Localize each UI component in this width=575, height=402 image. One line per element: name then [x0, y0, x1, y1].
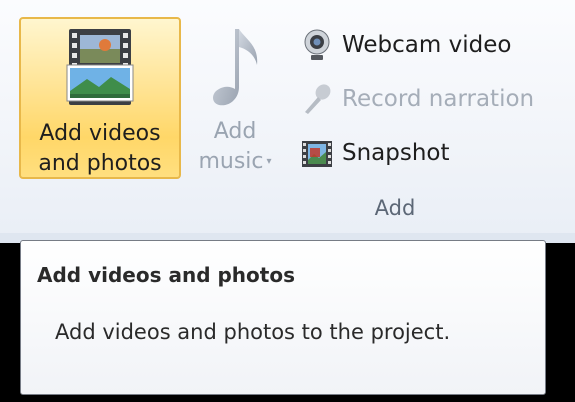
record-narration-button[interactable]: Record narration: [300, 80, 534, 118]
add-videos-label-line1: Add videos: [39, 121, 161, 146]
add-music-label-line2: music: [198, 149, 264, 174]
tooltip: Add videos and photos Add videos and pho…: [20, 240, 546, 395]
film-strip-photo-icon: [66, 29, 134, 105]
snapshot-label: Snapshot: [342, 140, 450, 166]
tooltip-description: Add videos and photos to the project.: [55, 320, 451, 344]
webcam-icon: [304, 29, 330, 60]
webcam-video-label: Webcam video: [342, 32, 512, 58]
add-music-label: Add music ▾: [185, 117, 285, 177]
ribbon-panel: Add videos and photos Add music ▾ Webcam…: [0, 0, 575, 243]
add-music-button[interactable]: Add music ▾: [185, 17, 285, 179]
webcam-video-button[interactable]: Webcam video: [300, 26, 511, 64]
snapshot-button[interactable]: Snapshot: [300, 134, 450, 172]
dropdown-arrow-icon[interactable]: ▾: [267, 147, 272, 177]
ribbon-group-label: Add: [374, 196, 416, 220]
add-videos-and-photos-label: Add videos and photos: [21, 119, 179, 179]
snapshot-icon: [302, 141, 332, 167]
add-videos-label-line2: and photos: [38, 151, 162, 176]
microphone-icon: [305, 84, 331, 114]
tooltip-title: Add videos and photos: [37, 263, 295, 287]
record-narration-label: Record narration: [342, 86, 535, 112]
music-note-icon: [213, 29, 258, 106]
add-videos-and-photos-button[interactable]: Add videos and photos: [19, 17, 181, 179]
add-music-label-line1: Add: [213, 119, 257, 144]
